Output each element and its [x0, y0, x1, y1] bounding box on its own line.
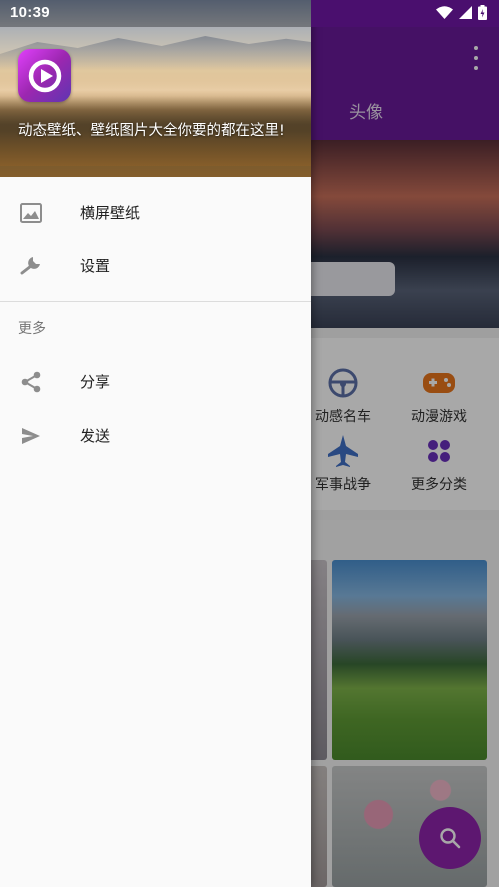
menu-item-label: 分享 — [80, 373, 111, 391]
menu-item-label: 横屏壁纸 — [80, 204, 141, 222]
app-logo-icon[interactable] — [18, 49, 71, 102]
wrench-icon — [19, 254, 43, 278]
status-bar: 10:39 — [0, 0, 499, 27]
menu-item-landscape-wallpaper[interactable]: 横屏壁纸 — [0, 187, 311, 239]
menu-item-share[interactable]: 分享 — [0, 356, 311, 408]
status-icons — [436, 5, 487, 20]
menu-item-send[interactable]: 发送 — [0, 410, 311, 462]
section-header-more: 更多 — [18, 321, 46, 337]
wifi-icon — [436, 6, 453, 19]
menu-item-label: 设置 — [80, 257, 111, 275]
navigation-drawer: 动态壁纸、壁纸图片大全你要的都在这里! 横屏壁纸 设置 更多 分享 发送 — [0, 0, 311, 887]
share-icon — [19, 370, 43, 394]
battery-icon — [478, 5, 487, 20]
menu-item-settings[interactable]: 设置 — [0, 240, 311, 292]
drawer-tagline: 动态壁纸、壁纸图片大全你要的都在这里! — [18, 123, 285, 139]
status-clock: 10:39 — [10, 4, 50, 21]
image-icon — [19, 201, 43, 225]
menu-item-label: 发送 — [80, 427, 111, 445]
send-icon — [19, 424, 43, 448]
menu-divider — [0, 301, 311, 302]
signal-icon — [459, 6, 472, 19]
